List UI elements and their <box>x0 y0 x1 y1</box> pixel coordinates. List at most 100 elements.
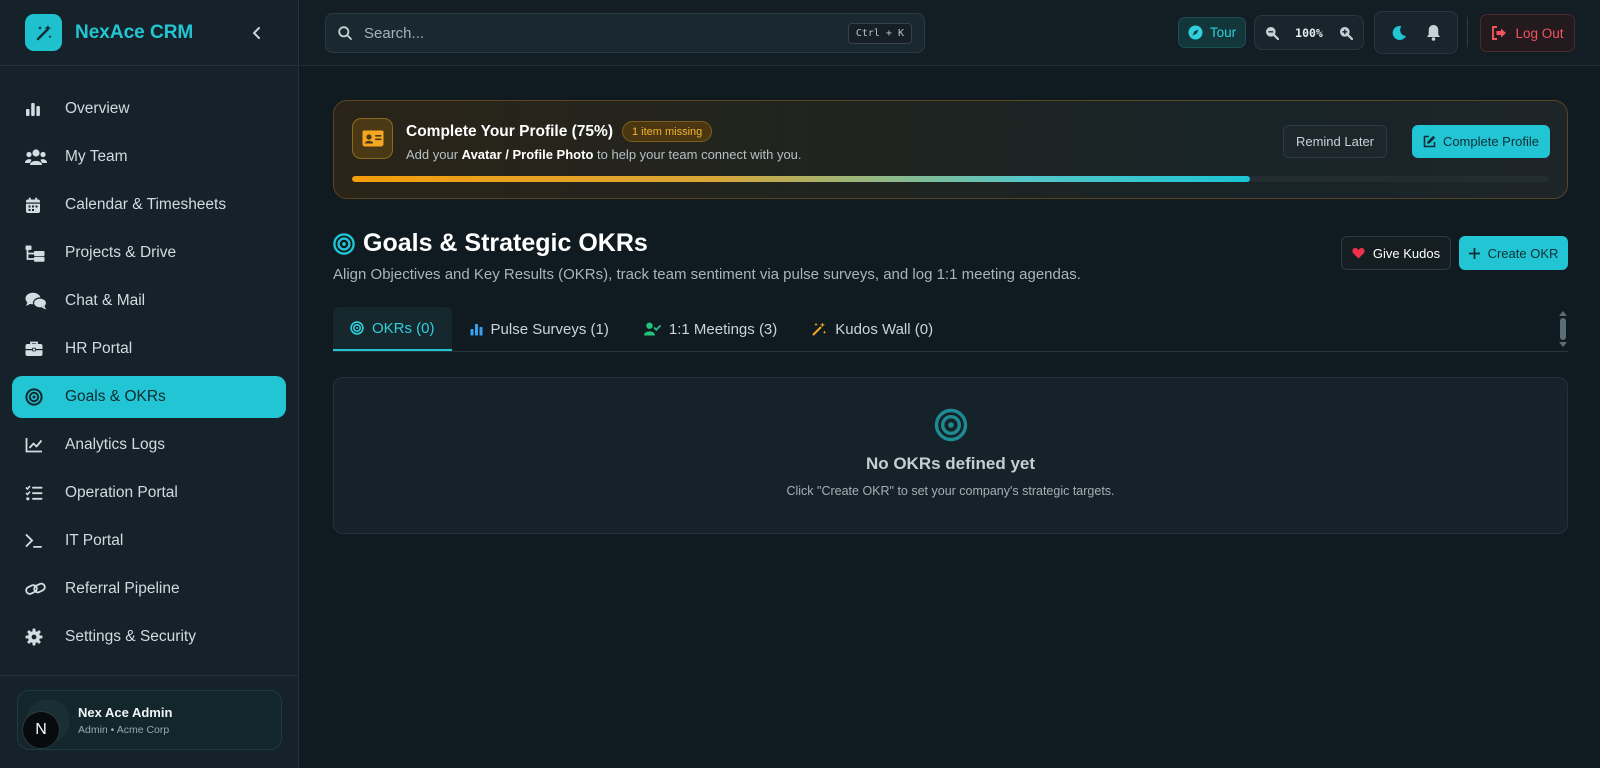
create-okr-label: Create OKR <box>1487 245 1559 261</box>
tab-kudos-wall[interactable]: Kudos Wall (0) <box>795 307 950 351</box>
sidebar-item-label: Overview <box>65 100 130 117</box>
sidebar-item-referral-pipeline[interactable]: Referral Pipeline <box>12 568 286 610</box>
sidebar: NexAce CRM Overview My Team Calendar & T… <box>0 0 299 768</box>
create-okr-button[interactable]: Create OKR <box>1459 236 1568 270</box>
sidebar-item-analytics-logs[interactable]: Analytics Logs <box>12 424 286 466</box>
target-icon <box>25 387 49 407</box>
tab-pulse-surveys[interactable]: Pulse Surveys (1) <box>453 307 626 351</box>
tab-label: Pulse Surveys (1) <box>490 320 609 338</box>
topbar-divider <box>1467 17 1468 47</box>
sidebar-item-goals-okrs[interactable]: Goals & OKRs <box>12 376 286 418</box>
briefcase-icon <box>25 339 49 359</box>
scrollbar-thumb[interactable] <box>1560 318 1566 340</box>
compass-icon <box>1188 25 1203 40</box>
complete-profile-label: Complete Profile <box>1442 134 1540 149</box>
terminal-icon <box>25 531 49 551</box>
tab-label: OKRs (0) <box>372 319 435 337</box>
profile-progress-fill <box>352 176 1250 182</box>
search-shortcut: Ctrl + K <box>847 23 912 44</box>
avatar[interactable]: N <box>22 711 60 749</box>
empty-state-subtitle: Click "Create OKR" to set your company's… <box>786 484 1115 498</box>
sidebar-item-label: HR Portal <box>65 340 133 357</box>
bell-icon[interactable] <box>1426 24 1441 41</box>
empty-state-title: No OKRs defined yet <box>865 454 1036 473</box>
tab-label: 1:1 Meetings (3) <box>668 320 778 338</box>
chevron-left-icon <box>253 26 260 39</box>
target-icon <box>934 408 967 442</box>
target-icon <box>333 232 355 255</box>
tour-label: Tour <box>1209 25 1237 40</box>
user-check-icon <box>643 322 661 336</box>
zoom-level: 100% <box>1295 25 1323 40</box>
remind-later-button[interactable]: Remind Later <box>1283 125 1387 158</box>
sidebar-item-label: Chat & Mail <box>65 292 146 309</box>
tour-button[interactable]: Tour <box>1178 17 1246 48</box>
id-card-icon <box>352 118 393 159</box>
sign-out-icon <box>1492 26 1507 40</box>
user-role: Admin • Acme Corp <box>78 723 170 736</box>
profile-progress-bar <box>352 176 1549 182</box>
tab-one-on-one-meetings[interactable]: 1:1 Meetings (3) <box>627 307 794 351</box>
search-box[interactable]: Ctrl + K <box>325 13 925 53</box>
sidebar-item-hr-portal[interactable]: HR Portal <box>12 328 286 370</box>
tabs-scrollbar[interactable] <box>1558 311 1568 347</box>
magic-wand-icon[interactable] <box>25 14 62 51</box>
sidebar-item-label: My Team <box>65 148 128 165</box>
sidebar-item-label: Goals & OKRs <box>65 388 166 405</box>
give-kudos-button[interactable]: Give Kudos <box>1341 236 1451 270</box>
sidebar-item-label: Analytics Logs <box>65 436 165 453</box>
profile-banner-title: Complete Your Profile (75%) 1 item missi… <box>406 121 713 142</box>
logout-label: Log Out <box>1515 25 1564 41</box>
sidebar-item-settings-security[interactable]: Settings & Security <box>12 616 286 658</box>
topbar: Ctrl + K Tour 100% Log Out <box>300 0 1600 66</box>
gear-icon <box>25 627 49 647</box>
desc-suffix: to help your team connect with you. <box>597 147 802 162</box>
search-input[interactable] <box>364 24 824 42</box>
line-chart-icon <box>25 435 49 455</box>
user-card[interactable]: N Nex Ace Admin Admin • Acme Corp <box>17 690 282 750</box>
profile-completion-banner: Complete Your Profile (75%) 1 item missi… <box>333 100 1568 199</box>
heart-icon <box>1352 248 1365 259</box>
users-icon <box>25 147 49 167</box>
scroll-down-icon <box>1559 342 1567 347</box>
target-icon <box>350 321 364 335</box>
sidebar-footer: N Nex Ace Admin Admin • Acme Corp <box>0 675 299 768</box>
okr-tabs: OKRs (0) Pulse Surveys (1) 1:1 Meetings … <box>333 307 1568 352</box>
desc-highlight: Avatar / Profile Photo <box>461 147 594 162</box>
tab-okrs[interactable]: OKRs (0) <box>333 307 452 351</box>
zoom-in-icon[interactable] <box>1339 26 1353 40</box>
link-icon <box>25 579 49 599</box>
sidebar-item-label: Operation Portal <box>65 484 178 501</box>
moon-icon[interactable] <box>1391 25 1407 41</box>
page-title-text: Goals & Strategic OKRs <box>363 229 648 257</box>
sidebar-item-label: Projects & Drive <box>65 244 177 261</box>
plus-icon <box>1468 247 1480 259</box>
okr-empty-state: No OKRs defined yet Click "Create OKR" t… <box>333 377 1568 534</box>
list-check-icon <box>25 483 49 503</box>
logout-button[interactable]: Log Out <box>1480 14 1575 52</box>
sidebar-item-label: Referral Pipeline <box>65 580 180 597</box>
sidebar-item-label: Settings & Security <box>65 628 196 645</box>
zoom-out-icon[interactable] <box>1265 26 1279 40</box>
profile-banner-title-text: Complete Your Profile (75%) <box>406 122 613 140</box>
sidebar-item-operation-portal[interactable]: Operation Portal <box>12 472 286 514</box>
collapse-sidebar-button[interactable] <box>245 21 269 45</box>
complete-profile-button[interactable]: Complete Profile <box>1412 125 1550 158</box>
brand: NexAce CRM <box>0 0 298 66</box>
sidebar-item-label: Calendar & Timesheets <box>65 196 227 213</box>
sidebar-item-it-portal[interactable]: IT Portal <box>12 520 286 562</box>
main-content: Complete Your Profile (75%) 1 item missi… <box>333 100 1568 534</box>
bar-chart-icon <box>470 323 483 336</box>
sidebar-item-projects-drive[interactable]: Projects & Drive <box>12 232 286 274</box>
sidebar-item-my-team[interactable]: My Team <box>12 136 286 178</box>
sidebar-item-chat-mail[interactable]: Chat & Mail <box>12 280 286 322</box>
sidebar-item-overview[interactable]: Overview <box>12 88 286 130</box>
page-header: Goals & Strategic OKRs Align Objectives … <box>333 229 1568 289</box>
theme-notify-group <box>1374 11 1458 54</box>
magic-wand-icon <box>812 322 827 336</box>
tab-label: Kudos Wall (0) <box>835 320 934 338</box>
profile-banner-description: Add your Avatar / Profile Photo to help … <box>406 147 802 162</box>
give-kudos-label: Give Kudos <box>1372 245 1441 261</box>
edit-icon <box>1423 135 1436 148</box>
sidebar-item-calendar-timesheets[interactable]: Calendar & Timesheets <box>12 184 286 226</box>
